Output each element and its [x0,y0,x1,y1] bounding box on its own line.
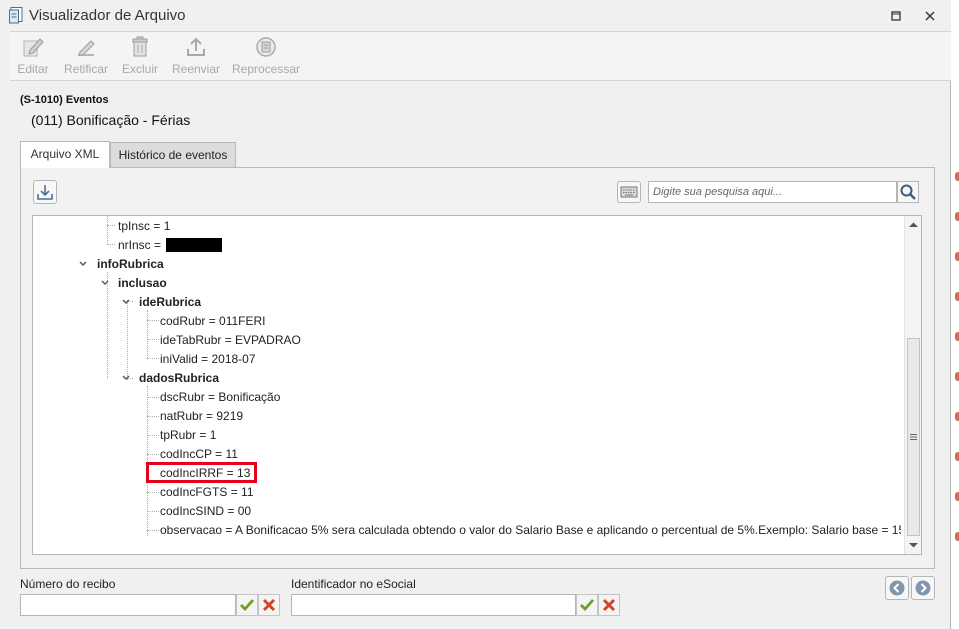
background-marker [955,452,959,461]
pen-icon [78,40,95,56]
chevron-down-icon[interactable] [78,256,88,272]
tree-node[interactable]: ideRubrica [139,294,201,310]
grip-icon [910,434,917,440]
file-viewer-window: Visualizador de Arquivo Editar Retificar [0,0,951,629]
edit-button[interactable]: Editar [10,35,56,79]
delete-button[interactable]: Excluir [120,35,160,79]
xml-panel: tpInsc = 1 nrInsc = infoRubrica inclusao… [20,167,935,569]
background-marker [955,292,959,301]
confirm-receipt-button[interactable] [236,594,258,616]
background-window-edge [951,0,959,629]
check-icon [240,599,255,612]
scrollbar-thumb[interactable] [907,338,920,536]
cross-icon [602,598,616,612]
background-marker [955,412,959,421]
arrow-right-icon [915,580,931,596]
background-marker [955,252,959,261]
cross-icon [262,598,276,612]
scroll-down-icon[interactable] [905,538,922,552]
background-marker [955,332,959,341]
search-button[interactable] [897,181,919,203]
esocial-id-label: Identificador no eSocial [291,577,416,591]
tree-node[interactable]: dadosRubrica [139,370,219,386]
reprocess-icon [256,37,276,57]
next-button[interactable] [911,576,935,600]
vertical-scrollbar[interactable] [904,216,922,554]
search-icon [900,184,916,200]
arrow-left-icon [889,580,905,596]
app-icon [9,7,23,24]
tree-node[interactable]: infoRubrica [97,256,164,272]
window-title: Visualizador de Arquivo [29,7,186,24]
highlight-box [146,462,257,483]
tree-node[interactable]: inclusao [118,275,167,291]
maximize-icon[interactable] [889,9,903,23]
receipt-number-field[interactable] [20,594,236,616]
trash-icon [132,36,148,57]
confirm-esocial-button[interactable] [576,594,598,616]
chevron-down-icon[interactable] [100,275,110,291]
download-button[interactable] [33,180,57,204]
tree-node[interactable]: nrInsc = [118,237,223,253]
tree-node[interactable]: iniValid = 2018-07 [160,351,256,367]
background-marker [955,532,959,541]
tree-node[interactable]: dscRubr = Bonificação [160,389,280,405]
redaction-box [166,238,223,252]
close-icon[interactable] [923,9,937,23]
rectify-button[interactable]: Retificar [60,35,112,79]
previous-button[interactable] [885,576,909,600]
download-icon [37,185,53,200]
tree-node[interactable]: codIncSIND = 00 [160,503,251,519]
resend-button[interactable]: Reenviar [169,35,223,79]
keyboard-icon [620,186,638,198]
tree-node[interactable]: observacao = A Bonificacao 5% sera calcu… [160,522,901,538]
receipt-label: Número do recibo [20,577,116,591]
scroll-up-icon[interactable] [905,218,922,232]
chevron-down-icon[interactable] [121,294,131,310]
chevron-down-icon[interactable] [121,370,131,386]
background-marker [955,372,959,381]
tree-node[interactable]: codIncCP = 11 [160,446,238,462]
toolbar: Editar Retificar Excluir Reenviar Reproc… [10,31,951,81]
keyboard-button[interactable] [617,181,641,203]
tree-node[interactable]: ideTabRubr = EVPADRAO [160,332,301,348]
background-marker [955,492,959,501]
clear-receipt-button[interactable] [258,594,280,616]
background-marker [955,172,959,181]
event-name: (011) Bonificação - Férias [31,112,191,128]
clear-esocial-button[interactable] [598,594,620,616]
esocial-id-field[interactable] [291,594,576,616]
tree-node[interactable]: codRubr = 011FERI [160,313,266,329]
check-icon [580,599,595,612]
reprocess-button[interactable]: Reprocessar [232,35,300,79]
tab-event-history[interactable]: Histórico de eventos [110,142,236,167]
tree-node[interactable]: codIncFGTS = 11 [160,484,254,500]
event-code: (S-1010) Eventos [20,94,109,106]
pencil-icon [23,38,44,57]
background-marker [955,212,959,221]
search-input[interactable] [648,181,897,203]
xml-tree[interactable]: tpInsc = 1 nrInsc = infoRubrica inclusao… [32,215,922,555]
tab-xml-file[interactable]: Arquivo XML [20,141,110,168]
tree-node[interactable]: tpRubr = 1 [160,427,216,443]
title-bar: Visualizador de Arquivo [0,0,951,31]
tree-node[interactable]: natRubr = 9219 [160,408,243,424]
upload-icon [187,37,205,56]
tree-node[interactable]: tpInsc = 1 [118,218,170,234]
